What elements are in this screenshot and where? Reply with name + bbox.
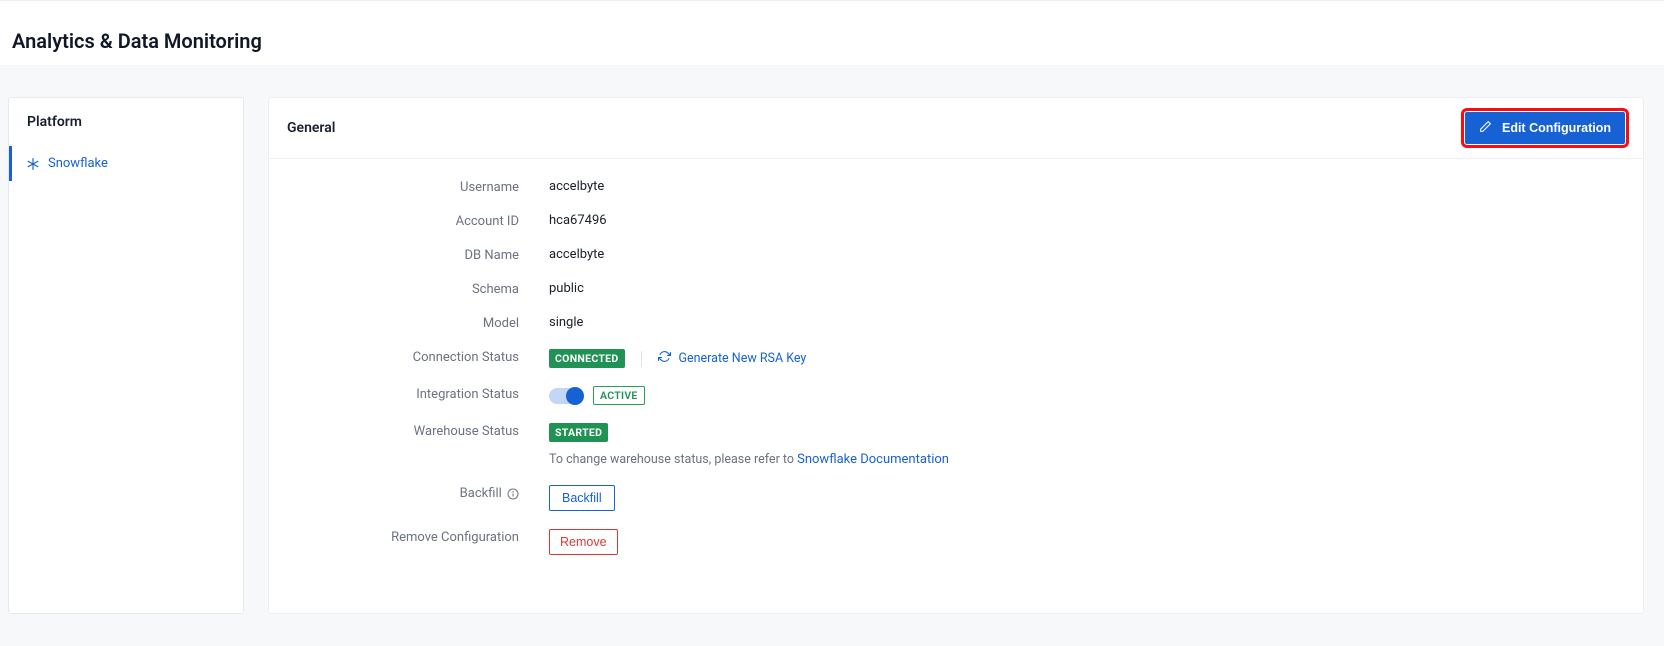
sidebar-item-snowflake[interactable]: Snowflake — [9, 146, 243, 181]
row-model: Model single — [289, 315, 1623, 331]
label-backfill: Backfill — [289, 485, 549, 501]
section-title: General — [287, 120, 335, 136]
page-title: Analytics & Data Monitoring — [12, 29, 1646, 53]
warehouse-help-text: To change warehouse status, please refer… — [549, 452, 797, 467]
form: Username accelbyte Account ID hca67496 D… — [269, 159, 1643, 555]
backfill-button[interactable]: Backfill — [549, 485, 615, 511]
page-header: Analytics & Data Monitoring — [0, 0, 1664, 65]
label-model: Model — [289, 315, 549, 331]
row-connection-status: Connection Status CONNECTED Generate New — [289, 349, 1623, 368]
label-integration-status: Integration Status — [289, 386, 549, 402]
value-account-id: hca67496 — [549, 213, 607, 228]
value-model: single — [549, 315, 583, 330]
value-integration-status: ACTIVE — [549, 386, 645, 405]
main-header: General Edit Configuration — [269, 98, 1643, 159]
sidebar-item-label: Snowflake — [48, 156, 108, 171]
divider — [641, 351, 642, 367]
info-icon[interactable] — [507, 488, 519, 500]
generate-rsa-key-link[interactable]: Generate New RSA Key — [658, 350, 807, 367]
value-remove: Remove — [549, 529, 618, 555]
integration-toggle[interactable] — [549, 388, 583, 404]
generate-rsa-key-label: Generate New RSA Key — [679, 351, 807, 366]
snowflake-icon — [26, 157, 40, 171]
label-username: Username — [289, 179, 549, 195]
sidebar: Platform Snowflake — [8, 97, 244, 614]
content: Platform Snowflake General Edit C — [0, 65, 1664, 646]
value-warehouse-status: STARTED To change warehouse status, plea… — [549, 423, 949, 467]
connection-status-badge: CONNECTED — [549, 349, 625, 368]
row-schema: Schema public — [289, 281, 1623, 297]
label-account-id: Account ID — [289, 213, 549, 229]
row-integration-status: Integration Status ACTIVE — [289, 386, 1623, 405]
value-connection-status: CONNECTED Generate New RSA Key — [549, 349, 806, 368]
edit-button-label: Edit Configuration — [1502, 121, 1611, 135]
row-db-name: DB Name accelbyte — [289, 247, 1623, 263]
snowflake-documentation-link[interactable]: Snowflake Documentation — [797, 452, 949, 467]
refresh-icon — [658, 350, 671, 367]
main-panel: General Edit Configuration Username acce… — [268, 97, 1644, 614]
value-db-name: accelbyte — [549, 247, 604, 262]
warehouse-help: To change warehouse status, please refer… — [549, 452, 949, 467]
label-connection-status: Connection Status — [289, 349, 549, 365]
toggle-knob — [566, 387, 584, 405]
sidebar-title: Platform — [9, 98, 243, 146]
edit-configuration-button[interactable]: Edit Configuration — [1465, 112, 1625, 144]
label-remove: Remove Configuration — [289, 529, 549, 545]
label-warehouse-status: Warehouse Status — [289, 423, 549, 439]
row-remove: Remove Configuration Remove — [289, 529, 1623, 555]
label-schema: Schema — [289, 281, 549, 297]
row-warehouse-status: Warehouse Status STARTED To change wareh… — [289, 423, 1623, 467]
label-db-name: DB Name — [289, 247, 549, 263]
warehouse-status-badge: STARTED — [549, 423, 608, 442]
value-username: accelbyte — [549, 179, 604, 194]
row-account-id: Account ID hca67496 — [289, 213, 1623, 229]
pencil-icon — [1479, 120, 1492, 136]
integration-status-badge: ACTIVE — [593, 386, 645, 405]
value-backfill: Backfill — [549, 485, 615, 511]
row-username: Username accelbyte — [289, 179, 1623, 195]
value-schema: public — [549, 281, 584, 296]
remove-button[interactable]: Remove — [549, 529, 618, 555]
row-backfill: Backfill Backfill — [289, 485, 1623, 511]
